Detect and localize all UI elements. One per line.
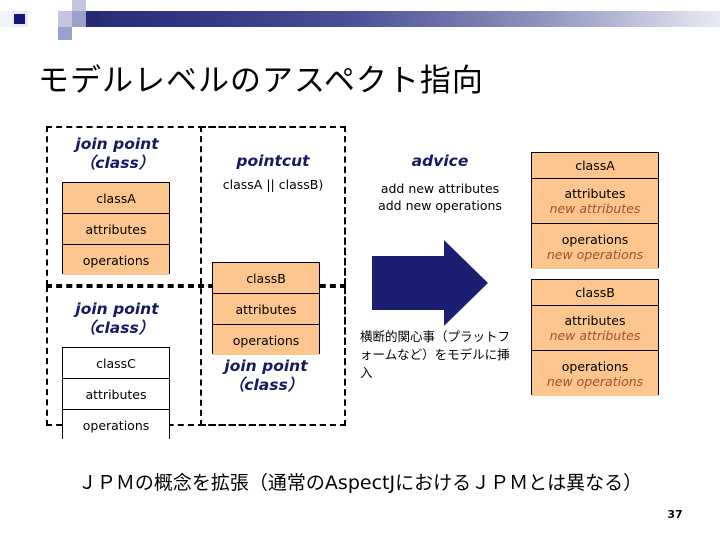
joinpoint-bottom-label: join point （class） [62,300,172,338]
class-operations-cell: operations new operations [532,351,658,396]
advice-label: advice [360,152,520,171]
bottom-caption: ＪＰＭの概念を拡張（通常のAspectJにおけるＪＰＭとは異なる） [77,472,643,494]
class-name-text: classB [575,285,615,300]
joinpoint-top-label: join point （class） [62,135,172,173]
class-attributes-added-text: new attributes [549,328,641,343]
joinpoint-top-label-line2: （class） [79,154,155,172]
class-attributes-cell: attributes new attributes [532,179,658,224]
class-attributes-text: attributes [564,313,626,328]
class-operations-text: operations [232,332,300,348]
class-name-text: classC [96,355,136,371]
class-attributes-text: attributes [85,221,147,237]
pointcut-label-text: pointcut [236,152,310,170]
class-attributes-text: attributes [235,301,297,317]
class-name-cell: classA [532,153,658,179]
class-box-classA-result: classA attributes new attributes operati… [531,152,659,269]
class-attributes-cell: attributes new attributes [532,306,658,351]
class-name-cell: classB [213,263,319,294]
advice-body: add new attributes add new operations [360,180,520,214]
advice-line-1: add new attributes [380,181,500,196]
joinpoint-bottom-label-line1: join point [75,300,159,318]
class-name-cell: classB [532,280,658,306]
class-operations-cell: operations [63,245,169,275]
joinpoint-mid-label-line2: （class） [228,376,304,394]
class-attributes-text: attributes [564,186,626,201]
joinpoint-mid-label-line1: join point [224,357,308,375]
aspect-model-diagram: join point （class） classA attributes ope… [0,0,720,540]
class-attributes-text: attributes [85,386,147,402]
class-operations-text: operations [82,252,150,268]
class-operations-added-text: new operations [546,373,644,389]
class-operations-added-text: new operations [546,246,644,262]
class-operations-text: operations [561,231,629,247]
class-attributes-added-text: new attributes [549,201,641,216]
class-name-text: classA [96,190,136,206]
class-name-cell: classA [63,183,169,214]
class-attributes-cell: attributes [63,379,169,410]
class-operations-text: operations [561,358,629,374]
class-box-classC-source: classC attributes operations [62,347,170,440]
class-name-text: classA [575,158,615,173]
class-name-text: classB [246,270,286,286]
page-number: 37 [667,508,683,521]
pointcut-label: pointcut [203,152,343,171]
class-operations-cell: operations new operations [532,224,658,269]
crosscutting-concern-note: 横断的関心事（プラットフォームなど）をモデルに挿入 [360,329,511,380]
class-attributes-cell: attributes [63,214,169,245]
class-operations-cell: operations [63,410,169,440]
advice-label-text: advice [411,152,469,170]
advice-line-2: add new operations [378,198,502,213]
pointcut-expression: classA || classB) [222,177,324,192]
class-box-classA-source: classA attributes operations [62,182,170,275]
joinpoint-mid-label: join point （class） [212,357,320,395]
class-operations-cell: operations [213,325,319,355]
class-box-classB-source: classB attributes operations [212,262,320,355]
class-box-classB-result: classB attributes new attributes operati… [531,279,659,396]
class-name-cell: classC [63,348,169,379]
joinpoint-bottom-label-line2: （class） [79,319,155,337]
class-attributes-cell: attributes [213,294,319,325]
joinpoint-top-label-line1: join point [75,135,159,153]
class-operations-text: operations [82,417,150,433]
right-arrow-icon [372,240,488,326]
